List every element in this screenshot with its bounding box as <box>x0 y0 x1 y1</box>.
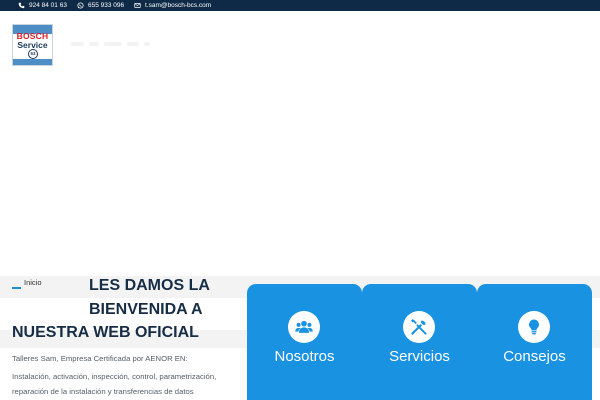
bosch-service-logo[interactable]: BOSCH Service 63 <box>12 24 53 66</box>
hero-heading-line-3: NUESTRA WEB OFICIAL <box>12 324 199 341</box>
consejos-card[interactable]: Consejos <box>477 284 592 400</box>
users-icon <box>295 320 313 333</box>
whatsapp-icon <box>77 2 84 9</box>
logo-emblem: 63 <box>28 49 38 59</box>
phone-number-primary[interactable]: 924 84 01 63 <box>29 2 67 9</box>
faded-nav-placeholder <box>70 42 150 46</box>
logo-bottom-band <box>13 59 52 65</box>
intro-text-line-1: Talleres Sam, Empresa Certificada por AE… <box>12 354 188 363</box>
email-address[interactable]: t.sam@bosch-bcs.com <box>145 2 211 9</box>
phone-contact[interactable]: 924 84 01 63 <box>18 0 67 11</box>
nosotros-icon-circle <box>288 311 320 343</box>
servicios-card[interactable]: Servicios <box>362 284 477 400</box>
top-contact-bar: 924 84 01 63 655 933 096 t.sam@bosch-bcs… <box>0 0 600 11</box>
nosotros-card[interactable]: Nosotros <box>247 284 362 400</box>
envelope-icon <box>134 3 141 8</box>
consejos-label: Consejos <box>503 348 566 365</box>
tools-icon <box>410 318 427 335</box>
breadcrumb-marker <box>12 287 21 289</box>
whatsapp-contact[interactable]: 655 933 096 <box>77 0 124 11</box>
consejos-icon-circle <box>518 311 550 343</box>
servicios-icon-circle <box>403 311 435 343</box>
phone-icon <box>18 2 25 9</box>
lightbulb-icon <box>529 319 539 335</box>
hero-heading-line-2: BIENVENIDA A <box>89 301 203 318</box>
hero-heading-line-1: LES DAMOS LA <box>89 277 210 294</box>
phone-number-secondary[interactable]: 655 933 096 <box>88 2 124 9</box>
intro-text-line-3: reparación de la instalación y transfere… <box>12 387 194 396</box>
intro-text-line-2: Instalación, activación, inspección, con… <box>12 372 217 381</box>
email-contact[interactable]: t.sam@bosch-bcs.com <box>134 0 211 11</box>
servicios-label: Servicios <box>389 348 450 365</box>
nosotros-label: Nosotros <box>274 348 335 365</box>
breadcrumb-home-link[interactable]: Inicio <box>24 278 42 287</box>
